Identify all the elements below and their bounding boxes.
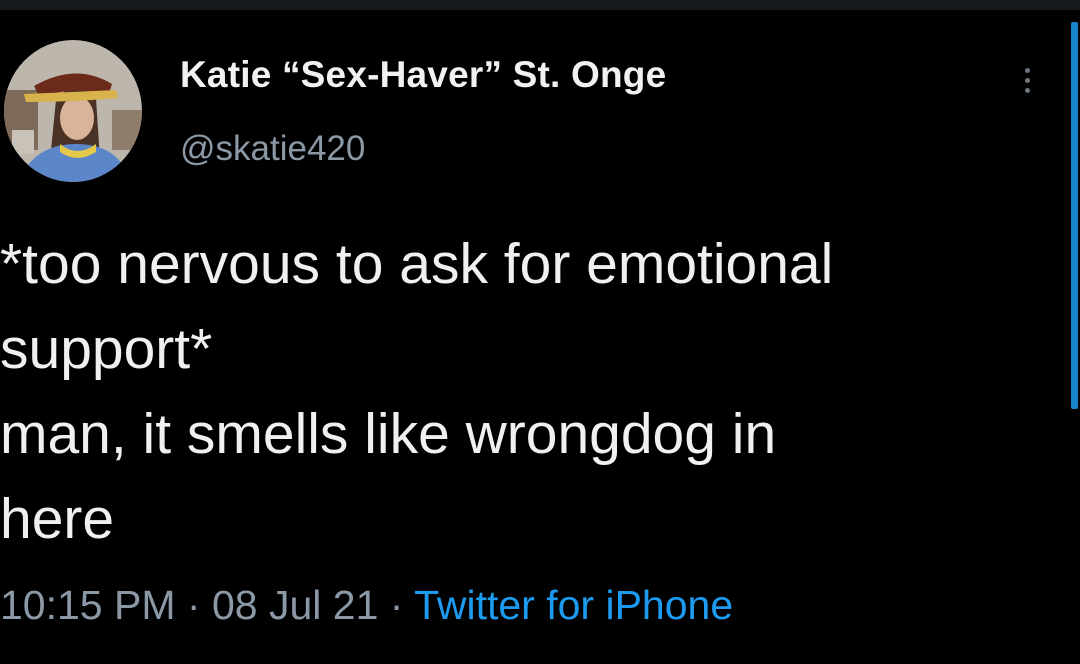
more-vertical-icon [1024, 67, 1030, 73]
tweet-source-link[interactable]: Twitter for iPhone [414, 582, 733, 628]
more-options-button[interactable] [1012, 58, 1042, 102]
separator: · [186, 582, 201, 628]
author-handle[interactable]: @skatie420 [180, 129, 365, 169]
separator: · [389, 582, 404, 628]
author-display-name[interactable]: Katie “Sex-Haver” St. Onge [180, 54, 666, 96]
profile-photo-icon [4, 40, 142, 182]
tweet-time[interactable]: 10:15 PM [0, 582, 176, 628]
more-vertical-icon-dot [1024, 77, 1030, 83]
tweet-text-line: *too nervous to ask for emotional [0, 232, 834, 296]
tweet-metadata: 10:15 PM · 08 Jul 21 · Twitter for iPhon… [0, 582, 733, 629]
top-edge [0, 0, 1080, 10]
scrollbar[interactable] [1071, 22, 1078, 409]
avatar[interactable] [4, 40, 142, 182]
tweet-text-line: man, it smells like wrongdog in [0, 402, 777, 466]
tweet-text: *too nervous to ask for emotional suppor… [0, 222, 1060, 562]
tweet-text-line: support* [0, 317, 213, 381]
tweet-date[interactable]: 08 Jul 21 [212, 582, 378, 628]
tweet-text-line: here [0, 487, 115, 551]
more-vertical-icon-dot [1024, 87, 1030, 93]
